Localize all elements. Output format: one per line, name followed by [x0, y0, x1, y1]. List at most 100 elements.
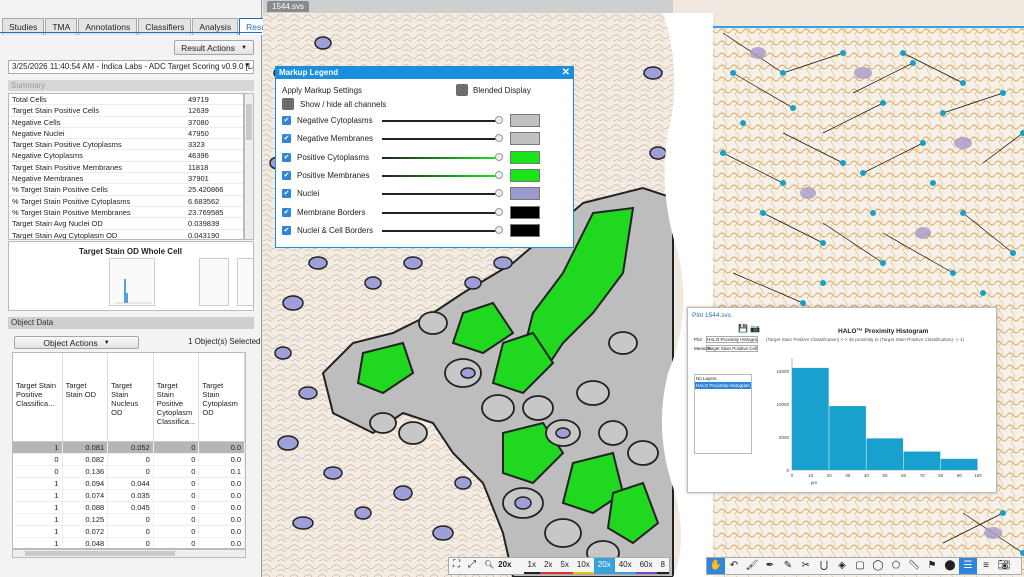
pin-icon[interactable]: ⬤: [941, 558, 959, 574]
measure-field-select[interactable]: Target Stain Positive Cells: [706, 345, 758, 352]
table-row[interactable]: 1 0.125 0 0 0.0: [13, 514, 245, 526]
table-row[interactable]: 1 0.088 0.045 0 0.0: [13, 502, 245, 514]
scissors-icon[interactable]: ✂: [797, 558, 815, 574]
markup-legend-titlebar[interactable]: Markup Legend ✕: [276, 67, 573, 79]
channel-row[interactable]: ✔ Positive Cytoplasms: [282, 150, 567, 165]
summary-row[interactable]: % Target Stain Positive Membranes 23.7695…: [9, 207, 243, 219]
column-header[interactable]: Target Stain Positive Cytoplasm Classifi…: [154, 353, 200, 441]
check-icon[interactable]: ✔: [282, 207, 291, 217]
opacity-slider[interactable]: [382, 211, 498, 214]
channel-row[interactable]: ✔ Nuclei & Cell Borders: [282, 223, 567, 238]
opacity-slider[interactable]: [382, 138, 498, 141]
close-icon[interactable]: ✕: [562, 67, 570, 79]
polygon-icon[interactable]: ⬠: [887, 558, 905, 574]
summary-row[interactable]: Target Stain Positive Cytoplasms 3323: [9, 139, 243, 151]
column-header[interactable]: Target Stain Positive Classifica...: [13, 353, 63, 441]
channel-row[interactable]: ✔ Nuclei: [282, 187, 567, 201]
check-icon[interactable]: ✔: [282, 152, 291, 162]
object-actions-button[interactable]: Object Actions ▼: [14, 336, 139, 349]
zoom-level-2x[interactable]: 2x: [539, 558, 557, 574]
slider-handle[interactable]: [495, 225, 503, 234]
summary-row[interactable]: Target Stain Avg Cytoplasm OD 0.043190: [9, 230, 243, 239]
scroll-thumb[interactable]: [246, 104, 252, 140]
magnet-icon[interactable]: ⋃: [815, 558, 833, 574]
summary-row[interactable]: Target Stain Avg Nuclei OD 0.039839: [9, 218, 243, 230]
plot-tabs[interactable]: Plot 1544.svs: [692, 312, 731, 319]
summary-row[interactable]: Total Cells 49719: [9, 94, 243, 106]
rectangle-icon[interactable]: ▢: [851, 558, 869, 574]
slider-handle[interactable]: [495, 134, 503, 143]
slider-handle[interactable]: [495, 207, 503, 216]
channel-row[interactable]: ✔ Negative Cytoplasms: [282, 114, 567, 128]
table-row[interactable]: 0 0.136 0 0 0.1: [13, 466, 245, 478]
color-swatch[interactable]: [510, 187, 540, 201]
summary-row[interactable]: Negative Cytoplasms 46396: [9, 150, 243, 162]
check-icon[interactable]: ✔: [282, 170, 291, 180]
viewer-tab[interactable]: 1544.svs: [267, 1, 310, 12]
fill-icon[interactable]: ◈: [833, 558, 851, 574]
channel-row[interactable]: ✔ Positive Membranes: [282, 168, 567, 183]
summary-row[interactable]: Negative Cells 37080: [9, 117, 243, 128]
undo-icon[interactable]: ↶: [725, 558, 743, 574]
table-row[interactable]: 1 0.081 0.052 0 0.0: [13, 442, 245, 454]
chart-thumbnail-2[interactable]: [199, 258, 229, 306]
scroll-thumb[interactable]: [25, 551, 175, 556]
zoom-level-40x[interactable]: 40x: [614, 558, 636, 574]
save-icon[interactable]: 💾: [738, 324, 748, 333]
column-header[interactable]: Target Stain OD: [63, 353, 109, 441]
opacity-slider[interactable]: [382, 174, 498, 177]
table-row[interactable]: 0 0.082 0 0 0.0: [13, 454, 245, 466]
flag-icon[interactable]: ⚑: [923, 558, 941, 574]
column-header[interactable]: Target Stain Nucleus OD: [108, 353, 154, 441]
show-hide-toggle[interactable]: [282, 98, 294, 110]
ruler-icon[interactable]: 📏︎: [905, 558, 923, 574]
channel-row[interactable]: ✔ Negative Membranes: [282, 132, 567, 146]
zoom-level-8[interactable]: 8: [656, 558, 669, 574]
color-swatch[interactable]: [510, 223, 540, 237]
summary-row[interactable]: Negative Membranes 37901: [9, 173, 243, 185]
slider-handle[interactable]: [495, 189, 503, 198]
object-table-hscroll[interactable]: [12, 549, 246, 558]
expand-icon[interactable]: ⤢: [464, 558, 480, 574]
image-viewer[interactable]: 1544.svs Markup Legend ✕ Apply Markup Se…: [263, 0, 1024, 577]
opacity-slider[interactable]: [382, 156, 498, 159]
result-actions-button[interactable]: Result Actions ▼: [174, 40, 254, 55]
ellipse-icon[interactable]: ◯: [869, 558, 887, 574]
slider-handle[interactable]: [495, 170, 503, 179]
camera-icon[interactable]: 📷︎: [995, 558, 1013, 574]
slider-handle[interactable]: [495, 116, 503, 124]
summary-row[interactable]: % Target Stain Positive Cells 25.420866: [9, 184, 243, 196]
column-header[interactable]: Target Stain Cytoplasm OD: [199, 353, 245, 441]
chart-thumbnail-3[interactable]: [237, 258, 253, 306]
proximity-histogram-window[interactable]: Plot 1544.svs 💾 📷 Plot HALO Proximity Hi…: [687, 307, 997, 493]
check-icon[interactable]: ✔: [282, 225, 291, 235]
zoom-level-10x[interactable]: 10x: [572, 558, 594, 574]
slider-handle[interactable]: [495, 152, 503, 161]
summary-row[interactable]: Negative Nuclei 47950: [9, 128, 243, 140]
table-row[interactable]: 1 0.048 0 0 0.0: [13, 538, 245, 548]
color-swatch[interactable]: [510, 132, 540, 146]
opacity-slider[interactable]: [382, 193, 498, 196]
channel-row[interactable]: ✔ Membrane Borders: [282, 205, 567, 220]
summary-row[interactable]: Target Stain Positive Cells 12639: [9, 105, 243, 117]
zoom-search-icon[interactable]: 🔍︎: [480, 558, 498, 574]
fit-screen-icon[interactable]: ⛶: [449, 558, 464, 574]
color-swatch[interactable]: [510, 168, 540, 182]
brush-icon[interactable]: 🖌: [743, 558, 761, 574]
layers-icon[interactable]: ☰: [959, 558, 977, 574]
zoom-level-5x[interactable]: 5x: [556, 558, 573, 574]
plot-field-select[interactable]: HALO Proximity Histogram: [706, 336, 758, 343]
table-row[interactable]: 1 0.074 0.035 0 0.0: [13, 490, 245, 502]
table-row[interactable]: 1 0.072 0 0 0.0: [13, 526, 245, 538]
check-icon[interactable]: ✔: [282, 134, 291, 144]
hand-tool-icon[interactable]: ✋: [707, 558, 725, 574]
opacity-slider[interactable]: [382, 229, 498, 232]
markup-legend-window[interactable]: Markup Legend ✕ Apply Markup Settings Bl…: [275, 66, 574, 248]
table-row[interactable]: 1 0.094 0.044 0 0.0: [13, 478, 245, 490]
zoom-level-60x[interactable]: 60x: [635, 558, 657, 574]
summary-row[interactable]: % Target Stain Positive Cytoplasms 6.6835…: [9, 196, 243, 207]
pen-icon[interactable]: ✒: [761, 558, 779, 574]
summary-row[interactable]: Target Stain Positive Membranes 11818: [9, 162, 243, 174]
zoom-level-1x[interactable]: 1x: [523, 558, 540, 574]
layer-list[interactable]: No Layers HALO Proximity Histogram Resul…: [694, 374, 752, 454]
